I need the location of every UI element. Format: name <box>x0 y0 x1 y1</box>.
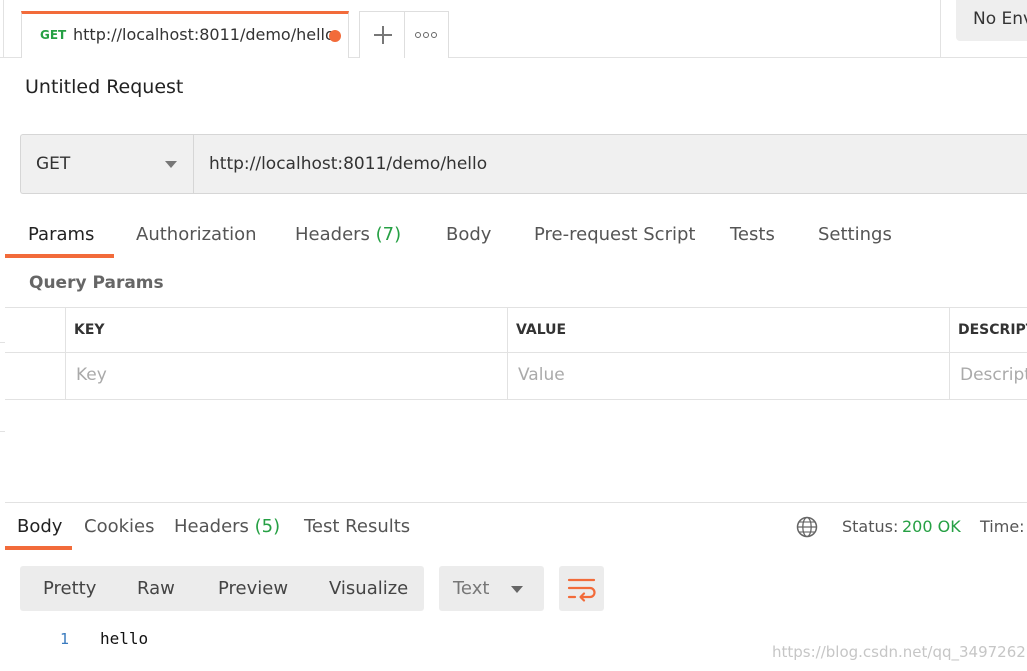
request-tab-url: http://localhost:8011/demo/hello <box>73 25 335 44</box>
format-label: Text <box>453 578 490 599</box>
tab-tests[interactable]: Tests <box>730 224 775 245</box>
tab-label: Body <box>446 224 492 245</box>
query-params-title: Query Params <box>29 273 164 293</box>
caret-down-icon <box>511 586 523 593</box>
view-visualize-button[interactable]: Visualize <box>329 578 408 599</box>
tab-label: Cookies <box>84 516 155 537</box>
url-input[interactable] <box>193 134 1027 194</box>
environment-select[interactable]: No Env <box>956 0 1027 41</box>
view-pretty-button[interactable]: Pretty <box>43 578 96 599</box>
value-input[interactable]: Value <box>507 353 950 399</box>
method-label: GET <box>36 154 71 174</box>
value-column-header: VALUE <box>507 308 950 352</box>
view-preview-button[interactable]: Preview <box>218 578 288 599</box>
tab-params[interactable]: Params <box>28 224 94 245</box>
method-select[interactable]: GET <box>20 134 194 194</box>
request-tab[interactable]: GET http://localhost:8011/demo/hello <box>21 11 349 58</box>
tab-label: Headers <box>295 224 370 245</box>
tab-label: Params <box>28 224 95 245</box>
table-row: Key Value Descript <box>5 353 1027 400</box>
tab-pre-request-script[interactable]: Pre-request Script <box>534 224 695 245</box>
divider <box>0 431 5 432</box>
tab-authorization[interactable]: Authorization <box>136 224 257 245</box>
divider <box>0 342 5 343</box>
active-response-tab-indicator <box>5 546 72 550</box>
response-body-text: hello <box>100 629 149 648</box>
response-tab-body[interactable]: Body <box>17 516 62 537</box>
request-name[interactable]: Untitled Request <box>25 76 183 98</box>
tab-count: (7) <box>375 224 402 245</box>
tab-headers[interactable]: Headers (7) <box>295 224 401 245</box>
description-column-header: DESCRIPT <box>949 308 1027 352</box>
tab-label: Tests <box>730 224 775 245</box>
key-input[interactable]: Key <box>65 353 508 399</box>
view-raw-button[interactable]: Raw <box>137 578 175 599</box>
environment-divider <box>940 0 941 58</box>
tab-body[interactable]: Body <box>446 224 491 245</box>
time-label: Time: <box>980 517 1025 536</box>
tab-label: Authorization <box>136 224 257 245</box>
key-column-header: KEY <box>65 308 508 352</box>
wrap-lines-button[interactable] <box>559 566 604 611</box>
tab-label: Pre-request Script <box>534 224 696 245</box>
response-divider[interactable] <box>5 502 1027 503</box>
response-tab-cookies[interactable]: Cookies <box>84 516 154 537</box>
view-mode-group: Pretty Raw Preview Visualize <box>20 566 424 611</box>
tab-count: (5) <box>254 516 281 537</box>
format-select[interactable]: Text <box>439 566 544 611</box>
new-tab-button[interactable] <box>359 11 405 58</box>
table-header-row: KEY VALUE DESCRIPT <box>5 307 1027 353</box>
response-tab-test-results[interactable]: Test Results <box>304 516 410 537</box>
status-label: Status: <box>842 517 899 536</box>
response-tab-headers[interactable]: Headers (5) <box>174 516 280 537</box>
globe-icon[interactable] <box>796 516 818 538</box>
tab-settings[interactable]: Settings <box>818 224 892 245</box>
request-tab-method: GET <box>40 28 67 42</box>
unsaved-dot-icon <box>329 30 341 42</box>
tab-label: Test Results <box>304 516 411 537</box>
tab-label: Settings <box>818 224 892 245</box>
wrap-lines-icon <box>567 578 596 602</box>
sidebar-edge <box>0 0 4 58</box>
watermark: https://blog.csdn.net/qq_34972627 <box>772 643 1027 661</box>
tab-strip: GET http://localhost:8011/demo/hello No … <box>0 0 1027 58</box>
query-params-table: KEY VALUE DESCRIPT Key Value Descript <box>5 307 1027 400</box>
tab-label: Body <box>17 516 63 537</box>
tab-label: Headers <box>174 516 249 537</box>
caret-down-icon <box>165 161 177 168</box>
more-tabs-button[interactable] <box>405 11 449 58</box>
line-number: 1 <box>60 630 70 648</box>
environment-label: No Env <box>973 9 1027 29</box>
description-input[interactable]: Descript <box>949 353 1027 399</box>
active-tab-indicator <box>5 254 114 258</box>
status-value[interactable]: 200 OK <box>902 517 961 536</box>
